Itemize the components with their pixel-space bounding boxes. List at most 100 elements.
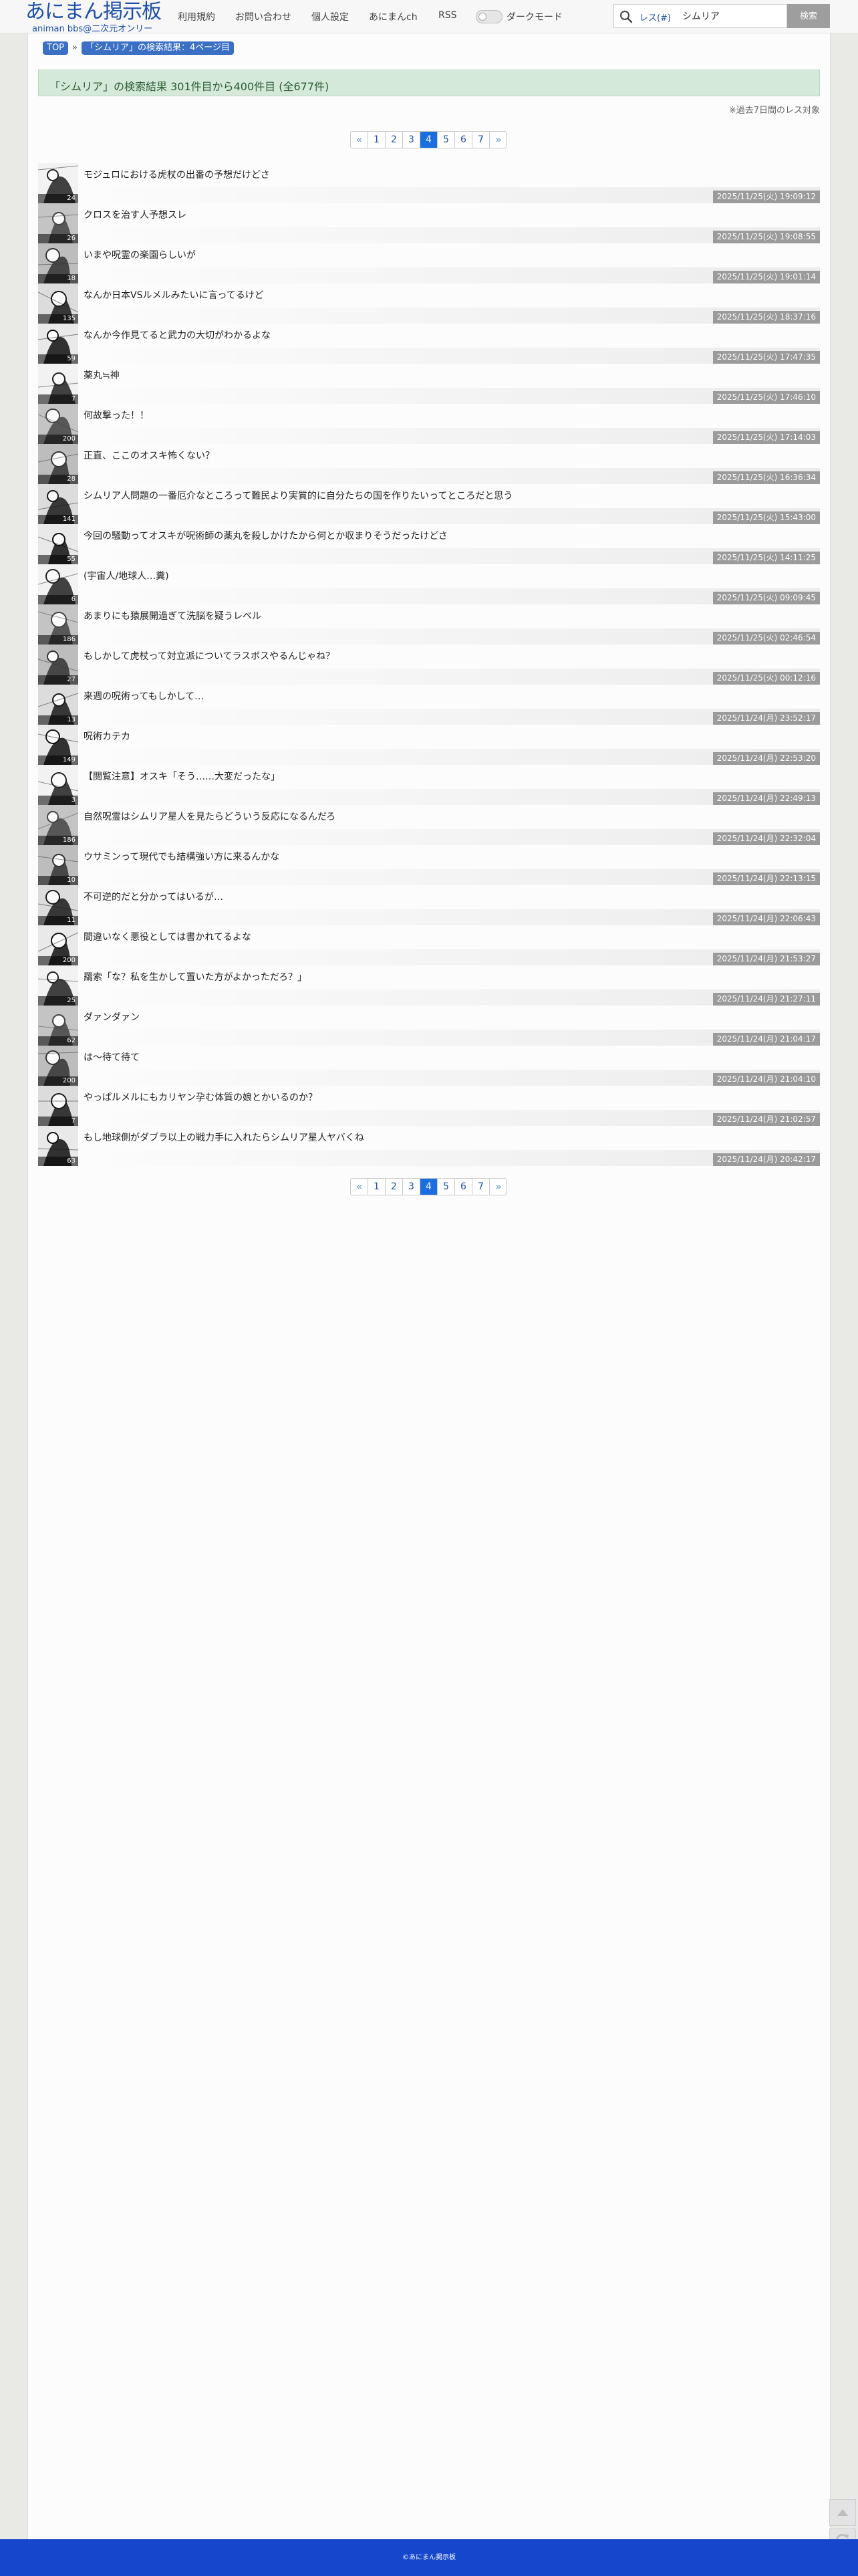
nav-rss[interactable]: RSS [438, 10, 457, 21]
thread-row[interactable]: 27 もしかして虎杖って対立派についてラスボスやるんじゃね？ 2025/11/25(… [38, 645, 820, 685]
thread-row[interactable]: 7 薬丸≒神 2025/11/25(火) 17:46:10 [38, 364, 820, 404]
thread-thumbnail[interactable]: 26 [38, 203, 78, 243]
thread-thumbnail[interactable]: 3 [38, 765, 78, 805]
pagination-next-button[interactable]: » [490, 132, 507, 148]
thread-title-link[interactable]: モジュロにおける虎杖の出番の予想だけどさ [84, 168, 765, 181]
page-link-1[interactable]: 1 [368, 132, 386, 148]
thread-thumbnail[interactable]: 62 [38, 1006, 78, 1046]
page-link-6[interactable]: 6 [455, 132, 472, 148]
thread-title-link[interactable]: 来週の呪術ってもしかして… [84, 689, 765, 703]
thread-row[interactable]: 200 間違いなく悪役としては書かれてるよな 2025/11/24(月) 21:53… [38, 925, 820, 965]
nav-contact[interactable]: お問い合わせ [235, 10, 291, 23]
site-logo[interactable]: あにまん掲示板 animan bbs@二次元オンリー [25, 0, 166, 34]
thread-title-link[interactable]: 羂索「な？私を生かして置いた方がよかっただろ？」 [84, 970, 765, 983]
thread-row[interactable]: 59 なんか今作見てると武力の大切がわかるよな 2025/11/25(火) 17:4… [38, 324, 820, 364]
search-button[interactable]: 検索 [787, 4, 830, 28]
page-link-3[interactable]: 3 [403, 132, 420, 148]
page-link-7[interactable]: 7 [472, 132, 490, 148]
page-link-1[interactable]: 1 [368, 1179, 386, 1195]
thread-thumbnail[interactable]: 59 [38, 324, 78, 364]
thread-thumbnail[interactable]: 55 [38, 524, 78, 564]
thread-title-link[interactable]: 呪術カテカ [84, 729, 765, 743]
search-input[interactable] [681, 7, 781, 25]
thread-thumbnail[interactable]: 7 [38, 1086, 78, 1126]
thread-title-link[interactable]: 間違いなく悪役としては書かれてるよな [84, 930, 765, 943]
thread-row[interactable]: 135 なんか日本VSルメルみたいに言ってるけど 2025/11/25(火) 18:… [38, 283, 820, 324]
thread-thumbnail[interactable]: 63 [38, 1126, 78, 1166]
page-link-5[interactable]: 5 [438, 1179, 455, 1195]
thread-thumbnail[interactable]: 28 [38, 444, 78, 484]
thread-row[interactable]: 18 いまや呪霊の楽園らしいが 2025/11/25(火) 19:01:14 [38, 243, 820, 283]
thread-row[interactable]: 3 【閲覧注意】オスキ「そう……大変だったな」 2025/11/24(月) 22:4… [38, 765, 820, 805]
thread-title-link[interactable]: ダァンダァン [84, 1010, 765, 1024]
thread-row[interactable]: 186 自然呪霊はシムリア星人を見たらどういう反応になるんだろ 2025/11/24… [38, 805, 820, 845]
thread-row[interactable]: 11 不可逆的だと分かってはいるが… 2025/11/24(月) 22:06:43 [38, 885, 820, 925]
thread-thumbnail[interactable]: 141 [38, 484, 78, 524]
thread-row[interactable]: 28 正直、ここのオスキ怖くない？ 2025/11/25(火) 16:36:34 [38, 444, 820, 484]
thread-thumbnail[interactable]: 24 [38, 163, 78, 203]
thread-title-link[interactable]: (宇宙人/地球人…糞) [84, 569, 765, 582]
thread-row[interactable]: 6 (宇宙人/地球人…糞) 2025/11/25(火) 09:09:45 [38, 564, 820, 604]
thread-title-link[interactable]: もし地球側がダブラ以上の戦力手に入れたらシムリア星人ヤバくね [84, 1131, 765, 1144]
thread-row[interactable]: 13 来週の呪術ってもしかして… 2025/11/24(月) 23:52:17 [38, 685, 820, 725]
thread-thumbnail[interactable]: 6 [38, 564, 78, 604]
page-link-2[interactable]: 2 [386, 1179, 403, 1195]
scroll-to-top-button[interactable] [829, 2499, 856, 2526]
page-link-4-current[interactable]: 4 [420, 1179, 438, 1195]
thread-title-link[interactable]: なんか今作見てると武力の大切がわかるよな [84, 328, 765, 342]
thread-thumbnail[interactable]: 10 [38, 845, 78, 885]
thread-thumbnail[interactable]: 27 [38, 645, 78, 685]
thread-title-link[interactable]: 今回の騒動ってオスキが呪術師の薬丸を殺しかけたから何とか収まりそうだったけどさ [84, 529, 765, 542]
thread-thumbnail[interactable]: 186 [38, 604, 78, 645]
thread-thumbnail[interactable]: 11 [38, 885, 78, 925]
thread-thumbnail[interactable]: 200 [38, 925, 78, 965]
thread-title-link[interactable]: 薬丸≒神 [84, 368, 765, 382]
pagination-prev-button[interactable]: « [351, 132, 368, 148]
thread-thumbnail[interactable]: 200 [38, 1046, 78, 1086]
nav-terms[interactable]: 利用規約 [178, 10, 215, 23]
thread-title-link[interactable]: 自然呪霊はシムリア星人を見たらどういう反応になるんだろ [84, 810, 765, 823]
thread-title-link[interactable]: クロスを治す人予想スレ [84, 208, 765, 221]
thread-title-link[interactable]: やっぱルメルにもカリヤン孕む体質の娘とかいるのか？ [84, 1090, 765, 1104]
thread-thumbnail[interactable]: 135 [38, 283, 78, 324]
dark-mode-toggle[interactable] [476, 10, 503, 23]
thread-row[interactable]: 63 もし地球側がダブラ以上の戦力手に入れたらシムリア星人ヤバくね 2025/11/… [38, 1126, 820, 1166]
thread-title-link[interactable]: ウサミンって現代でも結構強い方に来るんかな [84, 850, 765, 863]
page-link-4-current[interactable]: 4 [420, 132, 438, 148]
thread-row[interactable]: 200 何故撃った！！ 2025/11/25(火) 17:14:03 [38, 404, 820, 444]
thread-thumbnail[interactable]: 7 [38, 364, 78, 404]
thread-title-link[interactable]: シムリア人問題の一番厄介なところって難民より実質的に自分たちの国を作りたいってと… [84, 489, 765, 502]
thread-title-link[interactable]: 何故撃った！！ [84, 408, 765, 422]
thread-title-link[interactable]: いまや呪霊の楽園らしいが [84, 248, 765, 261]
thread-row[interactable]: 10 ウサミンって現代でも結構強い方に来るんかな 2025/11/24(月) 22:… [38, 845, 820, 885]
search-scope-select[interactable]: レス(#) [639, 11, 671, 23]
page-link-2[interactable]: 2 [386, 132, 403, 148]
page-link-3[interactable]: 3 [403, 1179, 420, 1195]
thread-title-link[interactable]: あまりにも猿展開過ぎて洗脳を疑うレベル [84, 609, 765, 622]
page-link-5[interactable]: 5 [438, 132, 455, 148]
thread-row[interactable]: 141 シムリア人問題の一番厄介なところって難民より実質的に自分たちの国を作りたい… [38, 484, 820, 524]
thread-row[interactable]: 55 今回の騒動ってオスキが呪術師の薬丸を殺しかけたから何とか収まりそうだったけど… [38, 524, 820, 564]
page-link-7[interactable]: 7 [472, 1179, 490, 1195]
thread-title-link[interactable]: なんか日本VSルメルみたいに言ってるけど [84, 288, 765, 302]
thread-thumbnail[interactable]: 200 [38, 404, 78, 444]
thread-row[interactable]: 25 羂索「な？私を生かして置いた方がよかっただろ？」 2025/11/24(月) … [38, 965, 820, 1006]
nav-animanch[interactable]: あにまんch [369, 10, 418, 23]
thread-thumbnail[interactable]: 25 [38, 965, 78, 1006]
thread-thumbnail[interactable]: 186 [38, 805, 78, 845]
pagination-prev-button[interactable]: « [351, 1179, 368, 1195]
breadcrumb-top-link[interactable]: TOP [43, 41, 69, 55]
thread-row[interactable]: 26 クロスを治す人予想スレ 2025/11/25(火) 19:08:55 [38, 203, 820, 243]
thread-row[interactable]: 149 呪術カテカ 2025/11/24(月) 22:53:20 [38, 725, 820, 765]
thread-thumbnail[interactable]: 18 [38, 243, 78, 283]
thread-title-link[interactable]: 正直、ここのオスキ怖くない？ [84, 449, 765, 462]
thread-title-link[interactable]: 【閲覧注意】オスキ「そう……大変だったな」 [84, 770, 765, 783]
nav-settings[interactable]: 個人設定 [311, 10, 349, 23]
thread-row[interactable]: 62 ダァンダァン 2025/11/24(月) 21:04:17 [38, 1006, 820, 1046]
thread-row[interactable]: 7 やっぱルメルにもカリヤン孕む体質の娘とかいるのか？ 2025/11/24(月) … [38, 1086, 820, 1126]
thread-title-link[interactable]: は～待て待て [84, 1050, 765, 1064]
thread-row[interactable]: 186 あまりにも猿展開過ぎて洗脳を疑うレベル 2025/11/25(火) 02:4… [38, 604, 820, 645]
thread-row[interactable]: 24 モジュロにおける虎杖の出番の予想だけどさ 2025/11/25(火) 19:0… [38, 163, 820, 203]
thread-row[interactable]: 200 は～待て待て 2025/11/24(月) 21:04:10 [38, 1046, 820, 1086]
thread-title-link[interactable]: 不可逆的だと分かってはいるが… [84, 890, 765, 903]
